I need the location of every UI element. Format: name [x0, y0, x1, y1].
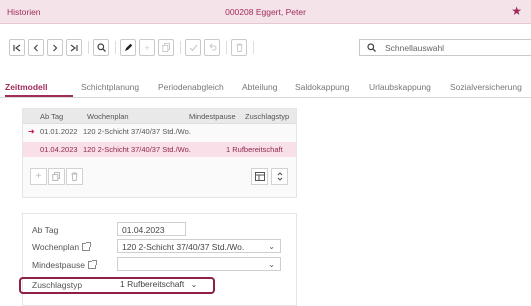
delete-row-button[interactable]	[66, 168, 83, 185]
copy-button[interactable]	[158, 39, 174, 56]
sort-icon	[277, 172, 282, 181]
copy-icon	[52, 172, 60, 181]
toolbar-divider	[180, 41, 181, 54]
toolbar-divider	[253, 41, 254, 54]
current-row-arrow-icon: ➜	[28, 127, 35, 136]
toolbar-divider	[88, 41, 89, 54]
star-icon[interactable]: ★	[511, 4, 522, 18]
column-mindestpause[interactable]: Mindestpause	[189, 112, 236, 121]
table-header: Ab Tag Wochenplan Mindestpause Zuschlags…	[23, 109, 296, 124]
cell-wochenplan: 120 2-Schicht 37/40/37 Std./Wo.	[83, 145, 191, 154]
chevron-right-icon	[53, 44, 58, 51]
record-title: 000208 Eggert, Peter	[225, 7, 306, 17]
search-icon	[367, 43, 376, 52]
cell-zuschlagstyp: 1 Rufbereitschaft	[226, 145, 283, 154]
search-button[interactable]	[93, 39, 109, 56]
table-row[interactable]: ➜ 01.01.2022 120 2-Schicht 37/40/37 Std.…	[23, 124, 296, 139]
add-row-button[interactable]: +	[30, 168, 47, 185]
column-zuschlagstyp[interactable]: Zuschlagstyp	[245, 112, 289, 121]
pencil-icon	[124, 43, 132, 51]
zuschlagstyp-highlight-frame	[19, 277, 215, 294]
trash-icon	[236, 43, 242, 52]
cell-ab-tag: 01.01.2022	[40, 127, 78, 136]
copy-icon	[161, 43, 170, 52]
column-wochenplan[interactable]: Wochenplan	[87, 112, 129, 121]
table-row[interactable]: 01.04.2023 120 2-Schicht 37/40/37 Std./W…	[23, 142, 296, 157]
tab-abteilung[interactable]: Abteilung	[242, 82, 277, 92]
first-record-button[interactable]	[9, 39, 25, 56]
table-icon	[254, 172, 265, 181]
chevron-left-icon	[33, 44, 38, 51]
tab-periodenabgleich[interactable]: Periodenabgleich	[158, 82, 224, 92]
ab-tag-field[interactable]: 01.04.2023	[117, 222, 186, 236]
cell-wochenplan: 120 2-Schicht 37/40/37 Std./Wo.	[83, 127, 191, 136]
last-icon	[70, 44, 78, 51]
copy-row-button[interactable]	[48, 168, 65, 185]
open-link-icon[interactable]	[87, 260, 97, 269]
label-mindestpause: Mindestpause	[32, 260, 97, 270]
next-record-button[interactable]	[47, 39, 63, 56]
ab-tag-value: 01.04.2023	[122, 225, 165, 235]
tab-bar: Zeitmodell Schichtplanung Periodenabglei…	[0, 78, 531, 98]
confirm-button[interactable]	[185, 39, 201, 56]
sort-button[interactable]	[271, 168, 288, 185]
wochenplan-value: 120 2-Schicht 37/40/37 Std./Wo.	[122, 242, 245, 252]
history-table-panel: Ab Tag Wochenplan Mindestpause Zuschlags…	[22, 108, 297, 198]
toolbar: + Schnellauswahl	[0, 24, 531, 68]
tab-urlaubskappung[interactable]: Urlaubskappung	[369, 82, 431, 92]
search-icon	[96, 43, 106, 52]
mindestpause-select[interactable]: ⌄	[117, 257, 281, 271]
last-record-button[interactable]	[66, 39, 82, 56]
tab-zeitmodell[interactable]: Zeitmodell	[5, 82, 48, 92]
label-ab-tag: Ab Tag	[32, 225, 59, 235]
check-icon	[189, 44, 197, 52]
table-view-button[interactable]	[251, 168, 268, 185]
edit-button[interactable]	[120, 39, 136, 56]
previous-record-button[interactable]	[28, 39, 44, 56]
chevron-down-icon: ⌄	[268, 242, 275, 251]
wochenplan-select[interactable]: 120 2-Schicht 37/40/37 Std./Wo. ⌄	[117, 239, 281, 253]
add-button[interactable]: +	[139, 39, 155, 56]
title-bar: Historien 000208 Eggert, Peter ★	[0, 0, 531, 24]
delete-button[interactable]	[231, 39, 247, 56]
toolbar-divider	[226, 41, 227, 54]
cell-ab-tag: 01.04.2023	[40, 145, 78, 154]
first-icon	[13, 44, 21, 51]
tab-saldokappung[interactable]: Saldokappung	[295, 82, 349, 92]
toolbar-divider	[115, 41, 116, 54]
quick-select-field[interactable]: Schnellauswahl	[359, 39, 531, 56]
column-ab-tag[interactable]: Ab Tag	[40, 112, 63, 121]
undo-icon	[209, 43, 217, 51]
tab-sozialversicherung[interactable]: Sozialversicherung	[450, 82, 522, 92]
active-tab-indicator	[5, 95, 73, 97]
quick-select-placeholder: Schnellauswahl	[385, 43, 445, 53]
chevron-down-icon: ⌄	[268, 260, 275, 269]
undo-button[interactable]	[204, 39, 220, 56]
open-link-icon[interactable]	[82, 242, 92, 251]
tab-schichtplanung[interactable]: Schichtplanung	[81, 82, 139, 92]
trash-icon	[71, 172, 78, 181]
label-wochenplan: Wochenplan	[32, 242, 92, 252]
